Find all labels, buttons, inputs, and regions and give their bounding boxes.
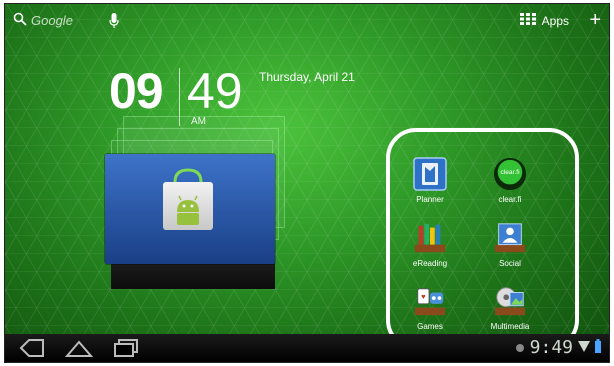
planner-icon [413,157,447,191]
shortcut-label: Games [417,322,443,331]
add-icon[interactable]: + [589,10,601,30]
market-bag-icon [157,168,219,232]
top-bar: Google Apps + [5,10,609,34]
shortcut-social[interactable]: Social [480,221,540,268]
home-icon[interactable] [64,338,94,362]
apps-grid-icon [519,13,536,28]
clock-minutes: 49 [187,63,243,119]
apps-button[interactable]: Apps [519,13,569,28]
ereading-icon [413,221,447,255]
search-label: Google [31,13,73,28]
shortcut-clearfi[interactable]: clear.fi clear.fi [480,157,540,204]
battery-icon [595,337,601,358]
clearfi-badge-text: clear.fi [500,169,520,176]
games-icon: ♥ [413,284,447,318]
market-card[interactable] [105,154,275,264]
mic-icon[interactable] [109,13,119,34]
clearfi-icon: clear.fi [493,157,527,191]
shortcut-label: eReading [412,259,448,268]
social-icon [493,221,527,255]
status-area[interactable]: 9:49 [515,337,601,358]
multimedia-icon [493,284,527,318]
recent-apps-icon[interactable] [113,338,139,362]
shortcut-multimedia[interactable]: Multimedia [480,284,540,331]
status-time: 9:49 [529,337,573,358]
wifi-icon [578,337,590,358]
clock-hours: 09 [109,63,164,119]
back-icon[interactable] [19,338,45,362]
shortcut-label: Social [499,259,521,268]
clock-date: Thursday, April 21 [259,70,355,84]
system-bar: 9:49 [5,334,609,362]
shortcut-label: Planner [416,195,444,204]
google-search[interactable]: Google [13,12,73,29]
home-screen: Google Apps + 09 49 AM Thursday, April 2… [4,3,610,363]
shortcut-planner[interactable]: Planner [400,157,460,204]
svg-text:♥: ♥ [421,292,426,301]
shortcut-label: clear.fi [498,195,522,204]
apps-label: Apps [541,13,569,28]
shortcut-games[interactable]: ♥ Games [400,284,460,331]
shortcut-ereading[interactable]: eReading [400,221,460,268]
notification-icon [515,337,525,358]
shortcut-label: Multimedia [490,322,530,331]
search-icon [13,12,27,29]
